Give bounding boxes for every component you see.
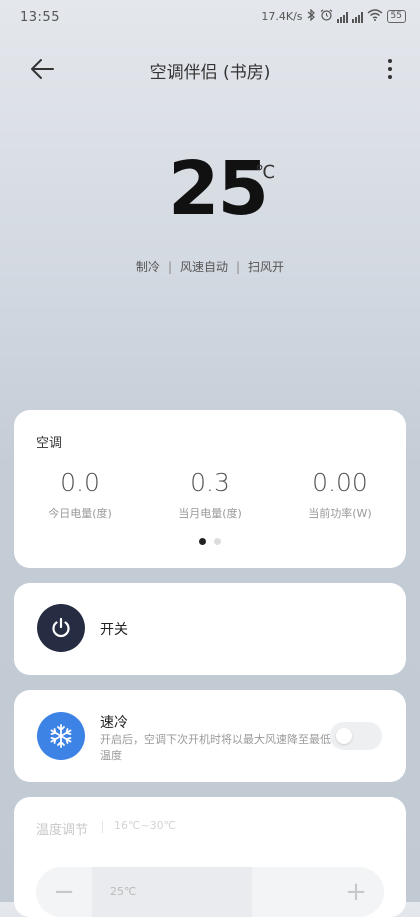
- more-button[interactable]: [384, 56, 396, 82]
- temperature-stepper[interactable]: − 25℃ +: [36, 867, 384, 917]
- quick-cool-card: 速冷 开启后，空调下次开机时将以最大风速降至最低温度: [14, 690, 406, 782]
- quick-cool-toggle[interactable]: [330, 722, 382, 750]
- stat-power-label: 当前功率(W): [308, 507, 372, 520]
- mode-separator: |: [236, 260, 241, 274]
- bluetooth-icon: [307, 8, 316, 24]
- label-divider: [102, 821, 103, 833]
- quick-cool-description: 开启后，空调下次开机时将以最大风速降至最低温度: [100, 733, 331, 762]
- toggle-knob: [336, 728, 352, 744]
- status-bar: 13:55 17.4K/s 55: [0, 0, 420, 36]
- stat-today-value: 0.0: [60, 468, 100, 497]
- power-card[interactable]: 开关: [14, 583, 406, 675]
- stat-month-value: 0.3: [190, 468, 230, 497]
- network-speed: 17.4K/s: [261, 10, 303, 23]
- temperature-card: 温度调节 16℃~30℃ − 25℃ +: [14, 797, 406, 917]
- stat-month-label: 当月电量(度): [178, 507, 242, 520]
- energy-card-title: 空调: [36, 436, 63, 451]
- page-indicator: [14, 538, 406, 545]
- temperature-decrease-button[interactable]: −: [36, 867, 92, 917]
- snowflake-icon: [50, 724, 72, 748]
- signal-icon: [336, 11, 348, 23]
- stat-today-label: 今日电量(度): [48, 507, 112, 520]
- stat-power-value: 0.00: [312, 468, 368, 497]
- alarm-icon: [320, 9, 333, 24]
- temperature-stepper-value: 25℃: [110, 885, 137, 898]
- battery-icon: 55: [386, 10, 406, 23]
- energy-card[interactable]: 空调 0.0 今日电量(度) 0.3 当月电量(度) 0.00 当前功率(W): [14, 410, 406, 568]
- temperature-adjust-label: 温度调节: [36, 823, 89, 838]
- wifi-icon: [367, 9, 383, 24]
- status-time: 13:55: [20, 10, 60, 25]
- temperature-increase-button[interactable]: +: [328, 867, 384, 917]
- stat-month: 0.3 当月电量(度): [150, 468, 270, 521]
- status-icons: 17.4K/s 55: [261, 8, 406, 24]
- temperature-range: 16℃~30℃: [114, 819, 176, 832]
- more-vertical-icon: [388, 59, 392, 79]
- power-button[interactable]: [37, 604, 85, 652]
- page-title: 空调伴侣 (书房): [149, 63, 271, 83]
- signal-icon-2: [351, 11, 363, 23]
- mode-cooling: 制冷: [135, 260, 160, 274]
- stat-power: 0.00 当前功率(W): [280, 468, 400, 521]
- power-icon: [52, 617, 70, 638]
- mode-separator: |: [167, 260, 172, 274]
- quick-cool-icon-badge: [37, 712, 85, 760]
- mode-swing: 扫风开: [248, 260, 285, 274]
- quick-cool-label: 速冷: [100, 715, 128, 731]
- power-label: 开关: [100, 622, 128, 638]
- current-temperature: 25: [168, 146, 269, 232]
- temperature-unit: ℃: [255, 162, 276, 183]
- page-dot: [214, 538, 221, 545]
- page-dot-active: [199, 538, 206, 545]
- mode-fan-speed: 风速自动: [179, 260, 228, 274]
- mode-summary: 制冷 | 风速自动 | 扫风开: [0, 258, 420, 275]
- stat-today: 0.0 今日电量(度): [20, 468, 140, 521]
